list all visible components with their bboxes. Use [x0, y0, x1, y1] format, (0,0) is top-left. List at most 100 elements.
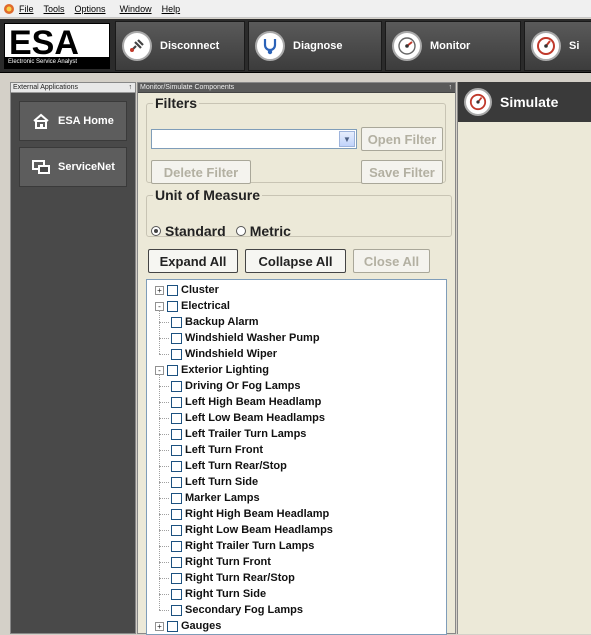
tree-checkbox[interactable] [171, 316, 182, 328]
tree-checkbox[interactable] [171, 588, 182, 600]
filter-combo[interactable]: ▼ [151, 129, 357, 149]
tree-label: Right Low Beam Headlamps [185, 524, 333, 536]
menu-window[interactable]: Window [120, 4, 152, 14]
tree-label: Gauges [181, 620, 222, 632]
tree-item[interactable]: Left High Beam Headlamp [171, 394, 321, 410]
tree-label: Windshield Wiper [185, 348, 278, 360]
tree-checkbox[interactable] [171, 572, 182, 584]
tree-label: Right Trailer Turn Lamps [185, 540, 315, 552]
simulate-panel: Simulate [457, 82, 591, 634]
servicenet-button[interactable]: ServiceNet [19, 147, 127, 187]
tree-category[interactable]: - Electrical [155, 298, 230, 314]
expand-all-button[interactable]: Expand All [148, 249, 238, 273]
tree-item[interactable]: Right High Beam Headlamp [171, 506, 329, 522]
tree-checkbox[interactable] [167, 300, 178, 312]
servicenet-label: ServiceNet [58, 161, 115, 173]
tree-category[interactable]: - Exterior Lighting [155, 362, 269, 378]
simulate-button[interactable]: Si [524, 21, 591, 71]
network-icon [32, 159, 50, 175]
menu-options[interactable]: Options [75, 4, 106, 14]
panel-title: External Applications [13, 84, 78, 91]
menu-bar: File Tools Options Window Help [0, 0, 591, 18]
tree-checkbox[interactable] [171, 540, 182, 552]
tree-checkbox[interactable] [167, 284, 178, 296]
tree-item[interactable]: Right Turn Front [171, 554, 271, 570]
tree-item[interactable]: Windshield Washer Pump [171, 330, 320, 346]
tree-item[interactable]: Left Turn Front [171, 442, 263, 458]
tree-item[interactable]: Right Turn Side [171, 586, 266, 602]
monitor-button[interactable]: Monitor [385, 21, 521, 71]
tree-checkbox[interactable] [171, 524, 182, 536]
tree-checkbox[interactable] [171, 604, 182, 616]
external-applications-panel: External Applications ↑ ESA Home Service… [10, 82, 136, 634]
tree-checkbox[interactable] [171, 444, 182, 456]
tree-checkbox[interactable] [171, 348, 182, 360]
tree-checkbox[interactable] [171, 556, 182, 568]
component-tree: + Cluster - Electrical Backup Alarm Windshiel… [146, 279, 447, 635]
tree-category[interactable]: + Cluster [155, 282, 219, 298]
filters-legend: Filters [155, 95, 198, 111]
standard-label[interactable]: Standard [165, 223, 226, 239]
chevron-down-icon[interactable]: ▼ [339, 131, 355, 147]
tree-item[interactable]: Left Trailer Turn Lamps [171, 426, 306, 442]
close-all-button[interactable]: Close All [353, 249, 430, 273]
pin-icon[interactable]: ↑ [129, 83, 133, 93]
expand-icon[interactable]: + [155, 285, 164, 295]
tree-label: Left Turn Rear/Stop [185, 460, 287, 472]
tree-label: Secondary Fog Lamps [185, 604, 303, 616]
collapse-all-button[interactable]: Collapse All [245, 249, 346, 273]
diagnose-button[interactable]: Diagnose [248, 21, 382, 71]
tree-checkbox[interactable] [171, 332, 182, 344]
tree-item[interactable]: Backup Alarm [171, 314, 259, 330]
tree-item[interactable]: Right Turn Rear/Stop [171, 570, 295, 586]
delete-filter-button[interactable]: Delete Filter [151, 160, 251, 184]
tree-item[interactable]: Driving Or Fog Lamps [171, 378, 301, 394]
menu-file[interactable]: File [19, 4, 34, 14]
menu-help[interactable]: Help [162, 4, 181, 14]
tree-connector [159, 482, 169, 483]
tree-checkbox[interactable] [167, 620, 178, 632]
tree-label: Left Low Beam Headlamps [185, 412, 325, 424]
expand-icon[interactable]: + [155, 621, 164, 631]
tree-item[interactable]: Right Trailer Turn Lamps [171, 538, 314, 554]
tree-item[interactable]: Marker Lamps [171, 490, 260, 506]
tree-item[interactable]: Left Low Beam Headlamps [171, 410, 325, 426]
tree-checkbox[interactable] [171, 492, 182, 504]
tree-checkbox[interactable] [171, 508, 182, 520]
tree-checkbox[interactable] [171, 380, 182, 392]
pin-icon[interactable]: ↑ [449, 83, 453, 93]
unit-radio-row: Standard Metric [151, 223, 291, 239]
open-filter-button[interactable]: Open Filter [361, 127, 443, 151]
gauge-icon [392, 31, 422, 61]
tree-checkbox[interactable] [171, 396, 182, 408]
menu-tools[interactable]: Tools [44, 4, 65, 14]
tree-item[interactable]: Windshield Wiper [171, 346, 277, 362]
tree-label: Driving Or Fog Lamps [185, 380, 301, 392]
tree-item[interactable]: Right Low Beam Headlamps [171, 522, 333, 538]
tree-category[interactable]: + Gauges [155, 618, 221, 634]
toolbar: ESA Electronic Service Analyst Disconnec… [0, 19, 591, 73]
esa-logo: ESA Electronic Service Analyst [4, 23, 110, 69]
esa-home-button[interactable]: ESA Home [19, 101, 127, 141]
tree-item[interactable]: Secondary Fog Lamps [171, 602, 303, 618]
tree-label: Left Turn Side [185, 476, 259, 488]
tree-checkbox[interactable] [171, 460, 182, 472]
tree-item[interactable]: Left Turn Side [171, 474, 258, 490]
save-filter-button[interactable]: Save Filter [361, 160, 443, 184]
tree-checkbox[interactable] [171, 412, 182, 424]
standard-radio[interactable] [151, 226, 161, 236]
tree-connector [159, 466, 169, 467]
esa-home-label: ESA Home [58, 115, 114, 127]
tree-checkbox[interactable] [167, 364, 178, 376]
metric-radio[interactable] [235, 226, 246, 236]
tree-checkbox[interactable] [171, 476, 182, 488]
metric-label[interactable]: Metric [250, 223, 291, 239]
panel-header: Monitor/Simulate Components ↑ [138, 83, 455, 93]
tree-label: Backup Alarm [185, 316, 259, 328]
filters-group: Filters ▼ Open Filter Delete Filter Save… [146, 95, 446, 184]
tree-item[interactable]: Left Turn Rear/Stop [171, 458, 287, 474]
tree-label: Marker Lamps [185, 492, 260, 504]
tree-checkbox[interactable] [171, 428, 182, 440]
disconnect-button[interactable]: Disconnect [115, 21, 245, 71]
tree-connector [159, 338, 169, 339]
